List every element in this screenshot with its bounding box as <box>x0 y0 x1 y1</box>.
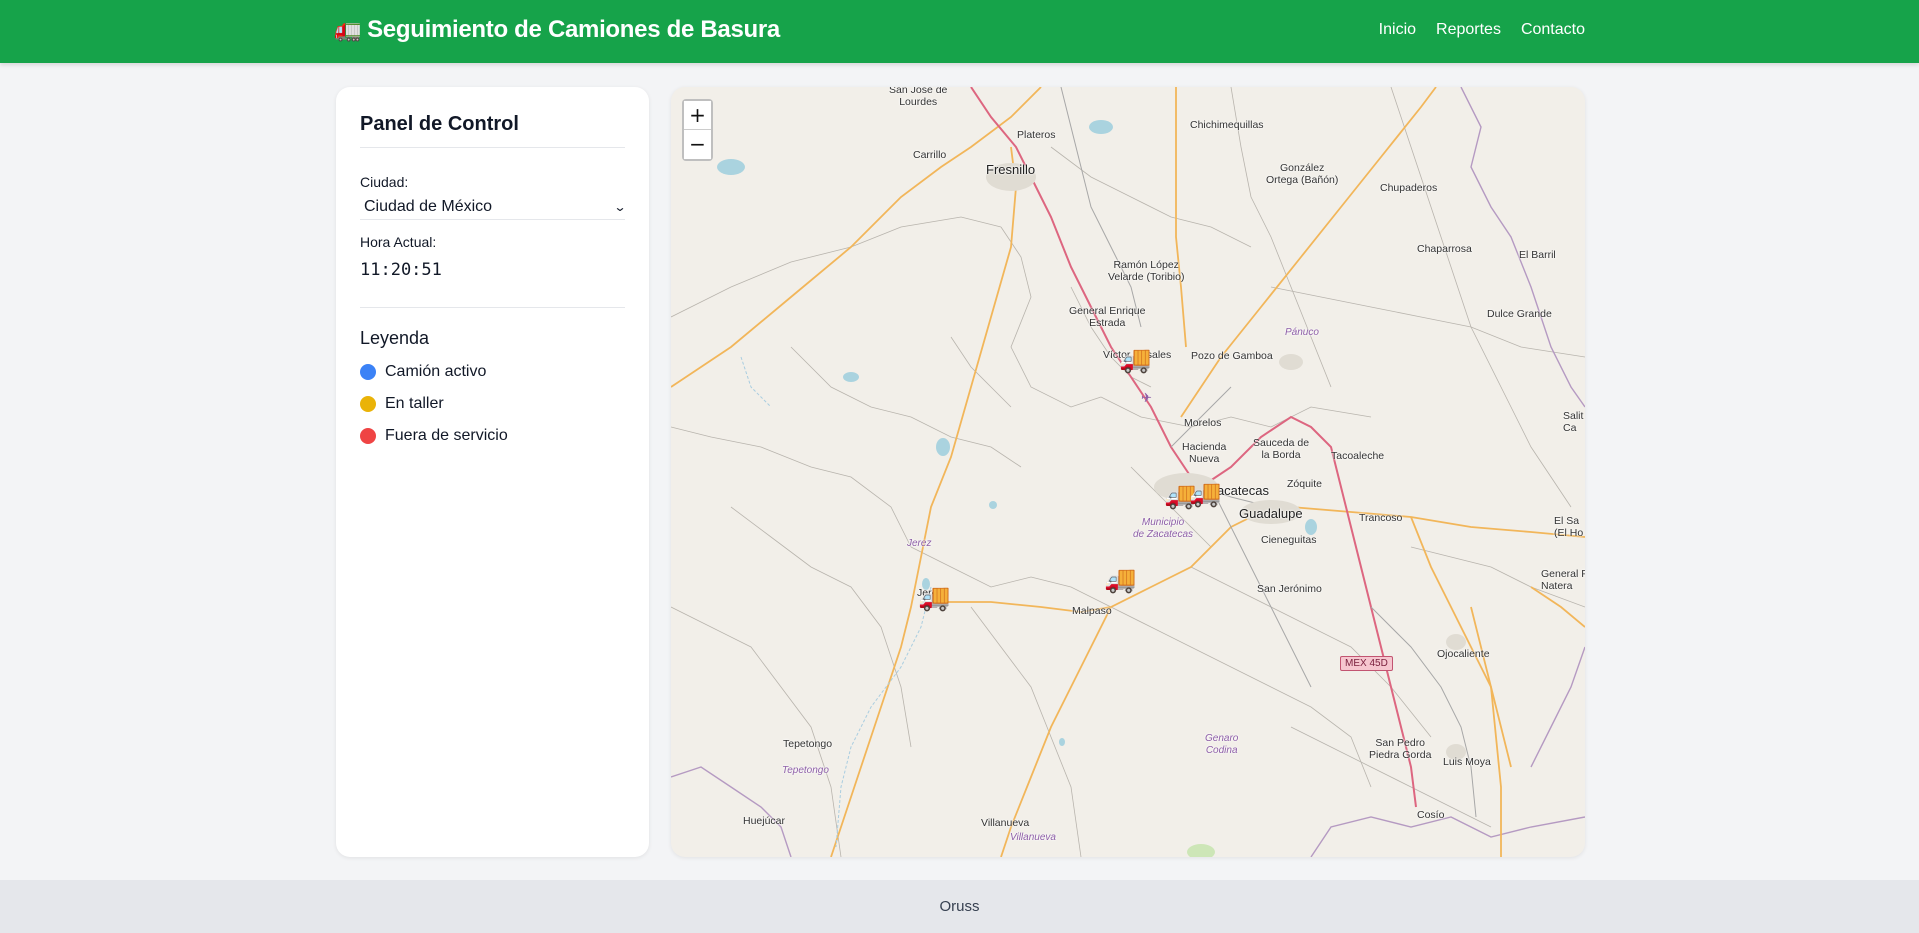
map-label: Ojocaliente <box>1437 648 1490 660</box>
legend-item-out-of-service: Fuera de servicio <box>360 427 508 445</box>
map-label: Luis Moya <box>1443 756 1491 768</box>
legend-item-active: Camión activo <box>360 363 486 381</box>
map-view[interactable]: ✈ + − San José de Lourdes Plateros Carri… <box>671 87 1585 857</box>
map-label: Municipio de Zacatecas <box>1133 517 1194 540</box>
map-label: Carrillo <box>913 149 947 161</box>
time-label: Hora Actual: <box>360 234 437 250</box>
map-label: El Barril <box>1519 249 1556 261</box>
map-label: General Pá Natera <box>1541 568 1585 592</box>
map-label: San Jerónimo <box>1257 583 1322 595</box>
truck-marker[interactable]: 🚚 <box>918 584 950 610</box>
panel-title: Panel de Control <box>360 113 519 135</box>
map-label: Villanueva <box>1010 832 1056 843</box>
app-title-text: Seguimiento de Camiones de Basura <box>367 16 780 43</box>
map-label: Jerez <box>907 538 932 549</box>
legend-item-workshop: En taller <box>360 395 444 413</box>
map-label: San Pedro Piedra Gorda <box>1369 737 1432 761</box>
map-label: Tacoaleche <box>1331 450 1385 462</box>
truck-icon: 🚛 <box>334 17 362 42</box>
zoom-out-button[interactable]: − <box>684 130 711 159</box>
yellow-dot-icon <box>360 396 376 412</box>
current-time: 11:20:51 <box>360 260 442 280</box>
city-select-value: Ciudad de México <box>364 197 493 215</box>
legend-label: Fuera de servicio <box>385 427 508 444</box>
map-label: Trancoso <box>1359 512 1403 524</box>
footer: Oruss <box>0 880 1919 933</box>
map-label: Chichimequillas <box>1190 119 1264 131</box>
map-label: Chaparrosa <box>1417 243 1472 255</box>
map-label: General Enrique Estrada <box>1069 305 1146 329</box>
chevron-down-icon: ⌄ <box>613 199 627 214</box>
app-title: 🚛 Seguimiento de Camiones de Basura <box>334 16 780 44</box>
control-panel: Panel de Control Ciudad: Ciudad de Méxic… <box>336 87 649 857</box>
map-label: Guadalupe <box>1239 506 1303 521</box>
highway-shield: MEX 45D <box>1340 656 1393 671</box>
nav-link-contacto[interactable]: Contacto <box>1521 21 1585 39</box>
footer-text: Oruss <box>939 898 980 915</box>
city-select[interactable]: Ciudad de México ⌄ <box>360 194 627 220</box>
map-label: Huejúcar <box>743 815 786 827</box>
nav-link-inicio[interactable]: Inicio <box>1379 21 1416 39</box>
truck-marker[interactable]: 🚚 <box>1104 566 1136 592</box>
zoom-in-button[interactable]: + <box>684 101 711 130</box>
map-label: Tepetongo <box>782 765 829 776</box>
truck-marker[interactable]: 🚚 <box>1119 346 1151 372</box>
map-label: Cosío <box>1417 809 1445 821</box>
main-nav: Inicio Reportes Contacto <box>1379 21 1585 39</box>
nav-link-reportes[interactable]: Reportes <box>1436 21 1501 39</box>
map-label: Chupaderos <box>1380 182 1438 194</box>
map-label: Malpaso <box>1072 605 1112 617</box>
legend-label: Camión activo <box>385 363 487 380</box>
map-label: Sauceda de la Borda <box>1253 437 1310 461</box>
map-label: Pánuco <box>1285 327 1319 338</box>
legend-label: En taller <box>385 395 444 412</box>
map-label: Cieneguitas <box>1261 534 1317 546</box>
map-label: Pozo de Gamboa <box>1191 350 1273 362</box>
map-label: Fresnillo <box>986 162 1036 177</box>
divider <box>360 307 625 308</box>
map-label: Morelos <box>1184 417 1222 429</box>
city-label: Ciudad: <box>360 174 409 190</box>
map-label: González Ortega (Bañón) <box>1266 162 1339 186</box>
map-label: Ramón López Velarde (Toribio) <box>1108 259 1185 283</box>
legend-title: Leyenda <box>360 328 430 348</box>
map-label: El Sa (El Ho <box>1554 515 1584 539</box>
red-dot-icon <box>360 428 376 444</box>
zoom-control: + − <box>682 99 713 161</box>
map-label: Villanueva <box>981 817 1030 829</box>
map-label: Tepetongo <box>783 738 833 750</box>
svg-text:✈: ✈ <box>1141 391 1152 406</box>
map-label: San José de Lourdes <box>889 87 948 108</box>
map-label: Zóquite <box>1287 478 1323 490</box>
blue-dot-icon <box>360 364 376 380</box>
map-label: Salit Ca <box>1563 410 1584 434</box>
map-label: Genaro Codina <box>1205 733 1239 756</box>
truck-marker[interactable]: 🚚 <box>1189 480 1221 506</box>
map-label: Hacienda Nueva <box>1182 441 1227 465</box>
app-header: 🚛 Seguimiento de Camiones de Basura Inic… <box>0 0 1919 63</box>
divider <box>360 147 625 148</box>
map-label: Plateros <box>1017 129 1056 141</box>
map-label: Dulce Grande <box>1487 308 1552 320</box>
